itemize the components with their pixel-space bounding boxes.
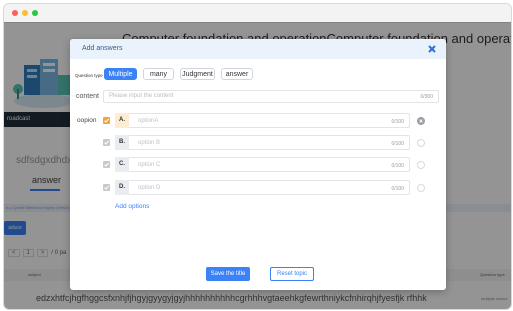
option-c-letter: C. <box>115 157 129 172</box>
option-c-char-count: 0/100 <box>391 162 404 169</box>
option-d-char-count: 0/100 <box>391 185 404 192</box>
content-label: content <box>76 93 99 100</box>
option-row-b: B. option B 0/100 <box>70 135 446 150</box>
save-title-button[interactable]: Save the title <box>206 267 250 281</box>
question-type-label: Question type <box>75 73 103 78</box>
check-icon <box>104 118 109 123</box>
option-d-checkbox[interactable] <box>103 184 110 191</box>
dialog-header: Add answers <box>70 39 446 59</box>
option-b-placeholder: option B <box>138 140 161 146</box>
minimize-window-button[interactable] <box>22 10 28 16</box>
option-b-checkbox[interactable] <box>103 139 110 146</box>
option-row-a: A. optionA 0/100 <box>70 113 446 128</box>
question-type-many[interactable]: many <box>143 68 174 80</box>
remove-option-c-button[interactable] <box>417 161 425 169</box>
option-d-input[interactable]: option D 0/100 <box>129 180 410 195</box>
dialog-title: Add answers <box>82 45 123 52</box>
check-icon <box>104 140 109 145</box>
option-a-checkbox[interactable] <box>103 117 110 124</box>
maximize-window-button[interactable] <box>32 10 38 16</box>
remove-option-d-button[interactable] <box>417 184 425 192</box>
content-input[interactable]: Please input the content 0/300 <box>103 90 439 103</box>
option-d-placeholder: option D <box>138 185 161 191</box>
check-icon <box>104 185 109 190</box>
add-options-link[interactable]: Add options <box>115 203 149 210</box>
check-icon <box>104 162 109 167</box>
question-type-answer[interactable]: answer <box>221 68 253 80</box>
option-a-input[interactable]: optionA 0/100 <box>129 113 410 128</box>
option-a-char-count: 0/100 <box>391 118 404 125</box>
close-circle-icon <box>419 119 423 123</box>
reset-topic-button[interactable]: Reset topic <box>270 267 314 281</box>
title-bar <box>4 4 511 23</box>
remove-option-a-button[interactable] <box>417 117 425 125</box>
add-answers-dialog: Add answers Question type Multiple many … <box>70 39 446 290</box>
option-b-letter: B. <box>115 135 129 150</box>
app-window: Computer foundation and operationCompute… <box>3 3 512 310</box>
option-b-char-count: 0/100 <box>391 140 404 147</box>
content-placeholder: Please input the content <box>109 93 174 99</box>
option-c-input[interactable]: option C 0/100 <box>129 157 410 172</box>
option-d-letter: D. <box>115 180 129 195</box>
option-c-placeholder: option C <box>138 162 161 168</box>
close-window-button[interactable] <box>12 10 18 16</box>
content-char-count: 0/300 <box>420 93 433 100</box>
option-c-checkbox[interactable] <box>103 161 110 168</box>
close-icon[interactable] <box>426 43 438 55</box>
option-b-input[interactable]: option B 0/100 <box>129 135 410 150</box>
option-a-letter: A. <box>115 113 129 128</box>
question-type-judgment[interactable]: Judgment <box>180 68 215 80</box>
option-row-c: C. option C 0/100 <box>70 157 446 172</box>
remove-option-b-button[interactable] <box>417 139 425 147</box>
question-type-multiple[interactable]: Multiple <box>104 68 137 80</box>
option-row-d: D. option D 0/100 <box>70 180 446 195</box>
option-a-placeholder: optionA <box>138 118 159 124</box>
